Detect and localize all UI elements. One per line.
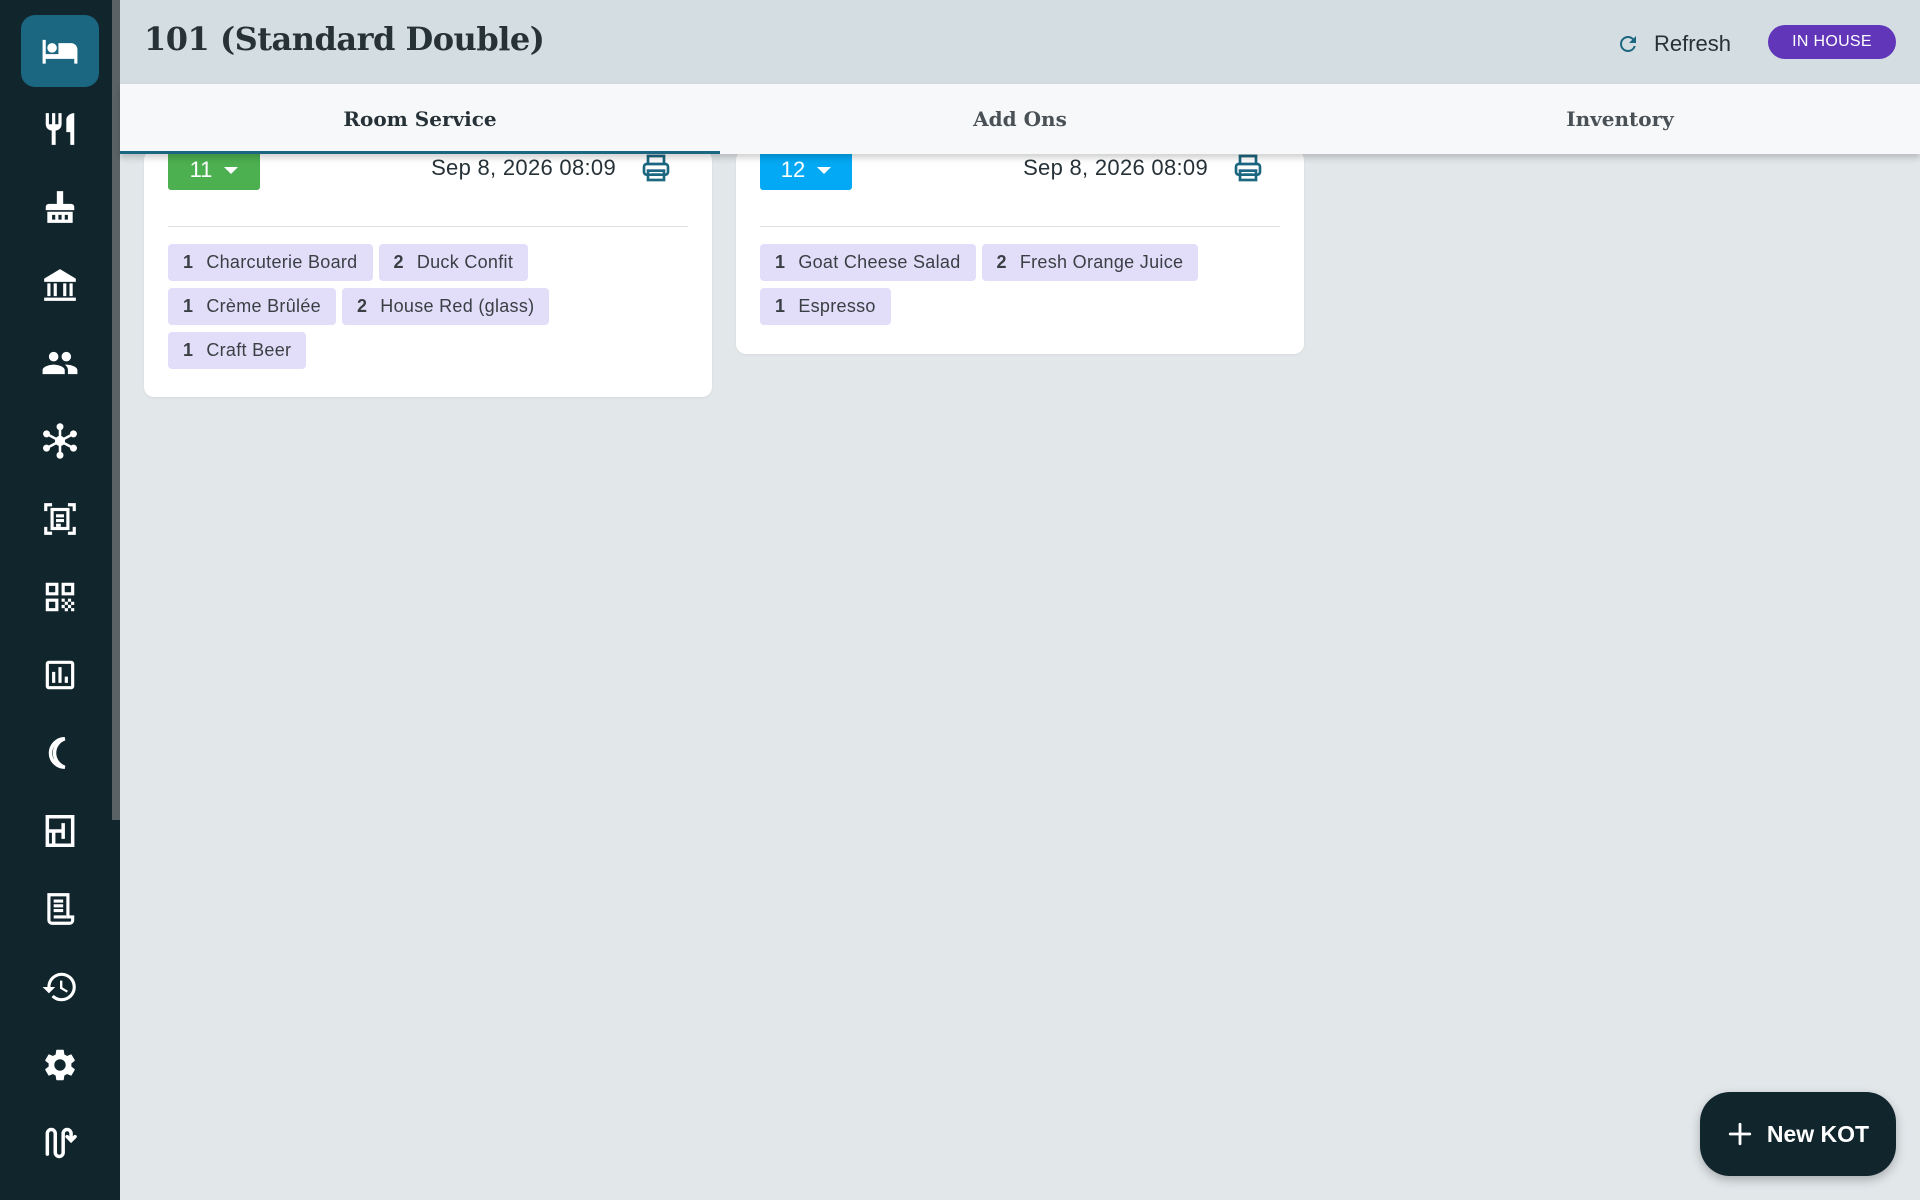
item-name: Fresh Orange Juice: [1019, 252, 1184, 272]
sidebar-item-channels[interactable]: [21, 405, 99, 477]
item-qty: 1: [775, 296, 786, 316]
item-qty: 2: [996, 252, 1007, 272]
item-qty: 1: [183, 296, 194, 316]
history-icon: [42, 972, 76, 1002]
item-name: Charcuterie Board: [206, 252, 358, 272]
item-qty: 1: [183, 340, 194, 360]
kot-items: 1 Goat Cheese Salad 2 Fresh Orange Juice 1…: [760, 244, 1284, 325]
page-title: 101 (Standard Double): [144, 20, 545, 58]
kot-number: 11: [189, 157, 213, 182]
kot-timestamp: Sep 8, 2026 08:09: [431, 155, 616, 180]
sidebar-item-housekeeping[interactable]: [21, 171, 99, 243]
floor-plan-icon: [45, 815, 75, 847]
sidebar: [0, 0, 120, 1200]
sidebar-item-scan[interactable]: [21, 483, 99, 555]
item-qty: 1: [775, 252, 786, 272]
order-item-chip: 1 Charcuterie Board: [168, 244, 373, 281]
kot-number-dropdown[interactable]: 11: [168, 150, 260, 190]
item-name: Crème Brûlée: [206, 296, 321, 316]
settings-icon: [45, 1049, 75, 1081]
divider: [760, 226, 1280, 227]
item-name: Craft Beer: [206, 340, 292, 360]
printer-icon: [1234, 154, 1262, 182]
item-name: Espresso: [798, 296, 876, 316]
tab-bar: Room Service Add Ons Inventory: [120, 84, 1920, 154]
divider: [168, 226, 688, 227]
network-icon: [43, 423, 77, 459]
sidebar-item-reports[interactable]: [21, 639, 99, 711]
refresh-button[interactable]: Refresh: [1616, 24, 1731, 64]
sidebar-item-property[interactable]: [21, 249, 99, 321]
sidebar-item-invoices[interactable]: [21, 873, 99, 945]
print-button[interactable]: [636, 150, 676, 186]
guests-icon: [42, 351, 78, 375]
scan-document-icon: [44, 503, 76, 535]
order-item-chip: 1 Goat Cheese Salad: [760, 244, 976, 281]
tab-add-ons[interactable]: Add Ons: [720, 84, 1320, 154]
caret-down-icon: [817, 166, 832, 174]
item-name: House Red (glass): [380, 296, 535, 316]
sidebar-item-night-audit[interactable]: [21, 717, 99, 789]
property-icon: [44, 269, 76, 301]
tab-inventory[interactable]: Inventory: [1320, 84, 1920, 154]
print-button[interactable]: [1228, 150, 1268, 186]
sidebar-item-restaurant[interactable]: [21, 93, 99, 165]
reports-icon: [45, 660, 75, 690]
qr-code-icon: [45, 582, 75, 612]
sidebar-item-floor-plan[interactable]: [21, 795, 99, 867]
item-name: Duck Confit: [416, 252, 514, 272]
sidebar-item-history[interactable]: [21, 951, 99, 1023]
item-qty: 2: [393, 252, 404, 272]
order-item-chip: 2 House Red (glass): [341, 288, 550, 325]
kot-card: 11 Sep 8, 2026 08:09 1 Charcuterie Board …: [144, 150, 712, 397]
sidebar-item-settings[interactable]: [21, 1029, 99, 1101]
order-item-chip: 1 Espresso: [760, 288, 891, 325]
order-item-chip: 1 Crème Brûlée: [168, 288, 336, 325]
kot-card: 12 Sep 8, 2026 08:09 1 Goat Cheese Salad …: [736, 150, 1304, 354]
new-kot-label: New KOT: [1766, 1120, 1870, 1147]
night-audit-icon: [48, 737, 66, 769]
sidebar-item-rooms[interactable]: [21, 15, 99, 87]
printer-icon: [642, 154, 670, 182]
logout-icon: [45, 1127, 77, 1159]
invoice-icon: [47, 893, 75, 925]
sidebar-item-logout[interactable]: [21, 1107, 99, 1179]
plus-icon: [1728, 1122, 1752, 1146]
sidebar-item-qr[interactable]: [21, 561, 99, 633]
kot-items: 1 Charcuterie Board 2 Duck Confit 1 Crème B…: [168, 244, 692, 369]
new-kot-button[interactable]: New KOT: [1700, 1092, 1896, 1176]
bed-icon: [42, 39, 78, 64]
refresh-label: Refresh: [1654, 31, 1732, 56]
housekeeping-icon: [45, 191, 75, 223]
header: 101 (Standard Double) Refresh IN HOUSE: [120, 0, 1920, 84]
sidebar-item-guests[interactable]: [21, 327, 99, 399]
status-badge: IN HOUSE: [1768, 25, 1896, 59]
refresh-icon: [1620, 36, 1636, 52]
sidebar-scrollbar[interactable]: [112, 0, 120, 820]
tab-room-service[interactable]: Room Service: [120, 84, 720, 154]
restaurant-icon: [45, 113, 75, 145]
order-item-chip: 1 Craft Beer: [168, 332, 307, 369]
item-qty: 1: [183, 252, 194, 272]
order-item-chip: 2 Duck Confit: [378, 244, 529, 281]
item-name: Goat Cheese Salad: [798, 252, 961, 272]
order-item-chip: 2 Fresh Orange Juice: [981, 244, 1199, 281]
kot-number-dropdown[interactable]: 12: [760, 150, 852, 190]
kot-timestamp: Sep 8, 2026 08:09: [1023, 155, 1208, 180]
caret-down-icon: [224, 166, 239, 174]
item-qty: 2: [356, 296, 368, 316]
kot-number: 12: [780, 157, 806, 182]
